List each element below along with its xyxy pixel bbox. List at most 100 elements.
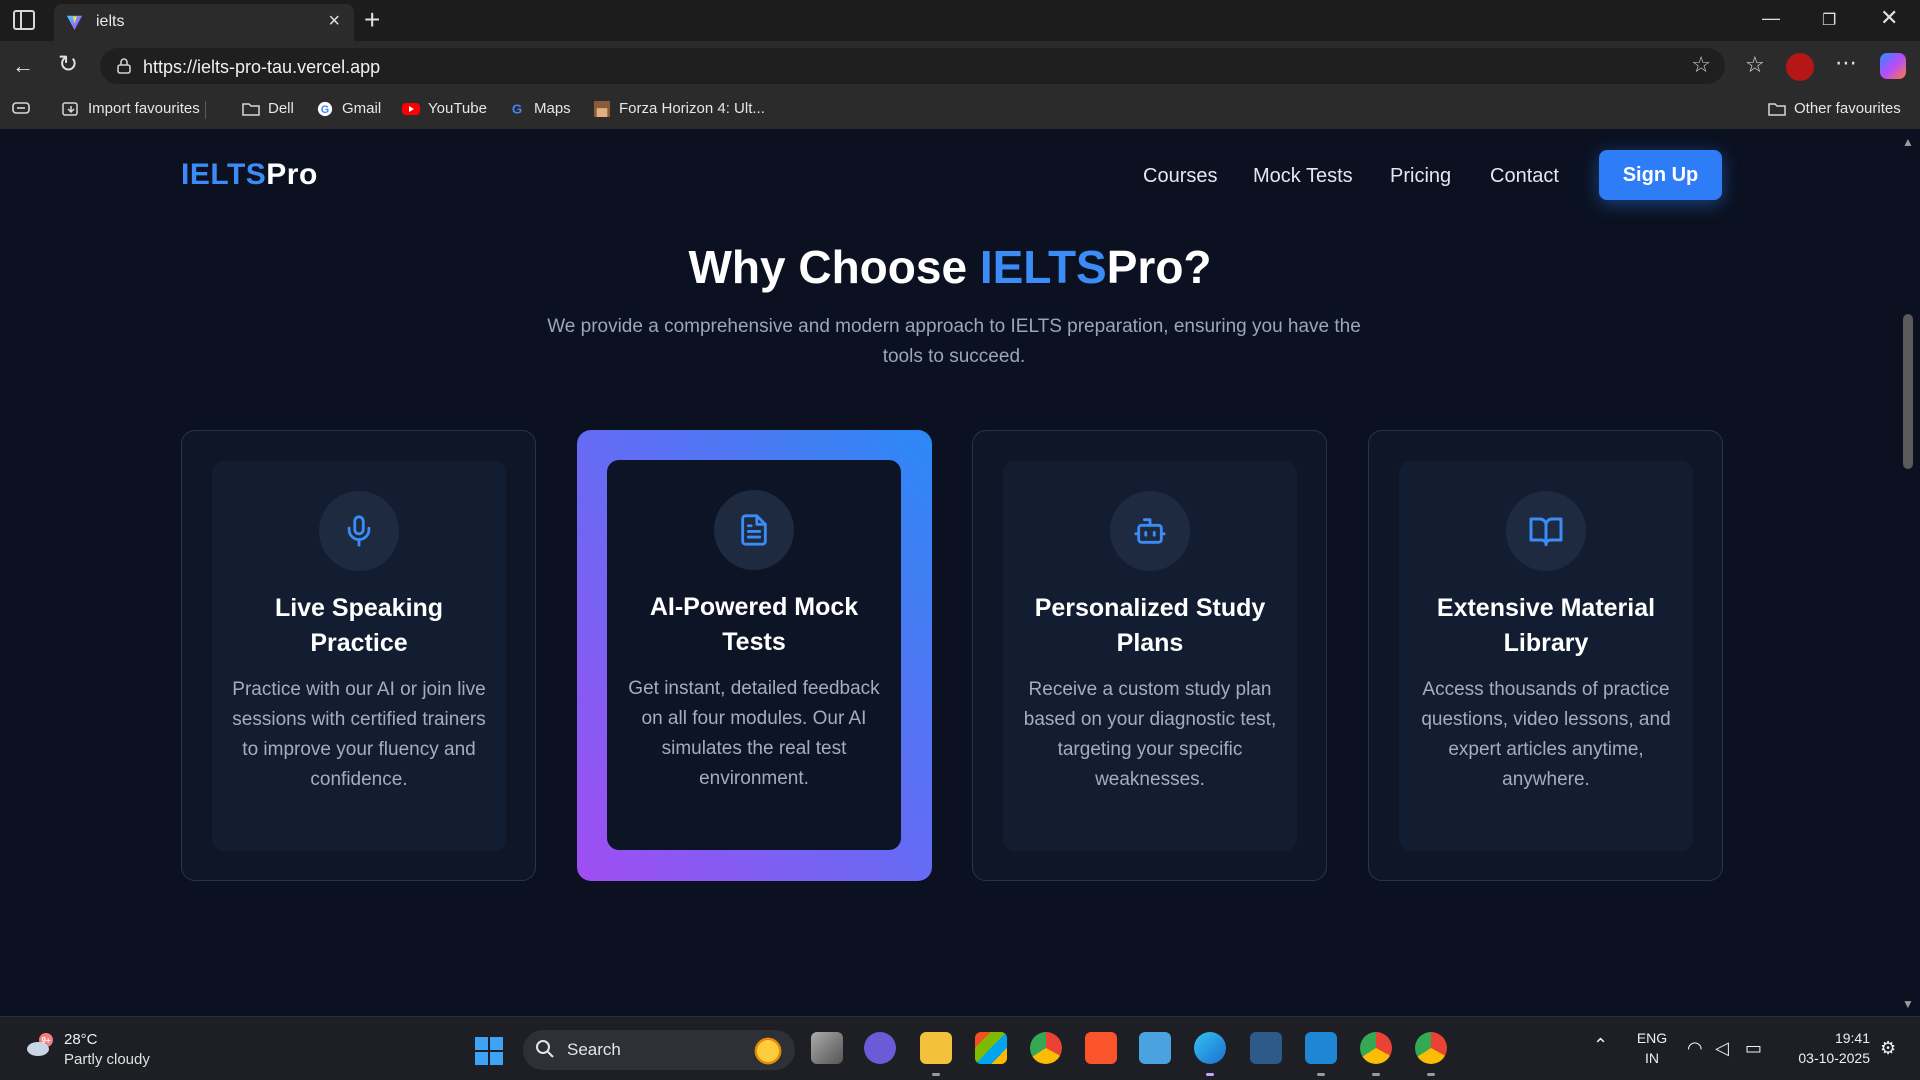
active-indicator: [1206, 1073, 1214, 1076]
bookmark-import-favourites[interactable]: Import favourites: [62, 100, 200, 117]
windows-start-icon[interactable]: [475, 1037, 503, 1065]
notepad-icon[interactable]: [1139, 1032, 1171, 1064]
weather-cloudy-icon[interactable]: 9+: [26, 1031, 56, 1057]
bookmark-dell[interactable]: Dell: [242, 100, 294, 117]
bookmarks-bar: Import favourites Dell G Gmail YouTube G…: [0, 91, 1920, 129]
edge-icon[interactable]: [1194, 1032, 1226, 1064]
feature-card-body: Extensive Material Library Access thousa…: [1399, 461, 1693, 851]
taskbar-search[interactable]: Search: [523, 1030, 795, 1070]
weather-description[interactable]: Partly cloudy: [64, 1051, 150, 1068]
scroll-up-icon[interactable]: ▲: [1902, 135, 1914, 149]
feature-title: Live Speaking Practice: [274, 594, 444, 657]
notifications-icon[interactable]: ⚙: [1880, 1038, 1896, 1059]
feature-title: AI-Powered Mock Tests: [649, 593, 859, 656]
book-icon: [1506, 491, 1586, 571]
scroll-down-icon[interactable]: ▼: [1902, 997, 1914, 1011]
bookmark-youtube[interactable]: YouTube: [402, 100, 487, 117]
browser-toolbar: ← ↻ https://ielts-pro-tau.vercel.app ☆ ☆…: [0, 41, 1920, 91]
browser-tab[interactable]: ielts ×: [54, 4, 354, 41]
running-indicator: [932, 1073, 940, 1076]
reading-list-icon[interactable]: [12, 100, 30, 116]
clock-date[interactable]: 03-10-2025: [1780, 1050, 1870, 1066]
clock-time[interactable]: 19:41: [1790, 1030, 1870, 1046]
language-code[interactable]: ENG: [1632, 1030, 1672, 1046]
url-text[interactable]: https://ielts-pro-tau.vercel.app: [143, 57, 380, 78]
battery-icon[interactable]: ▭: [1745, 1038, 1762, 1059]
feature-title: Extensive Material Library: [1436, 594, 1656, 657]
bookmark-other-favourites[interactable]: Other favourites: [1768, 100, 1901, 117]
search-label: Search: [567, 1040, 621, 1059]
page-viewport: IELTSPro Courses Mock Tests Pricing Cont…: [4, 129, 1896, 1016]
site-info-icon[interactable]: [114, 56, 134, 76]
close-window-icon[interactable]: ✕: [1880, 5, 1898, 31]
nav-pricing[interactable]: Pricing: [1390, 165, 1451, 188]
favourite-star-icon[interactable]: ☆: [1691, 52, 1711, 78]
chrome-profile-icon[interactable]: [1360, 1032, 1392, 1064]
task-view-icon[interactable]: [811, 1032, 843, 1064]
feature-card-mock-tests[interactable]: AI-Powered Mock Tests Get instant, detai…: [577, 430, 932, 881]
tab-title: ielts: [96, 13, 125, 30]
refresh-icon[interactable]: ↻: [58, 50, 78, 79]
address-bar[interactable]: https://ielts-pro-tau.vercel.app ☆: [100, 48, 1725, 84]
favourites-icon[interactable]: ☆: [1745, 52, 1765, 78]
profile-avatar[interactable]: [1786, 53, 1814, 81]
site-logo[interactable]: IELTSPro: [181, 158, 318, 192]
feature-card-body: AI-Powered Mock Tests Get instant, detai…: [607, 460, 901, 850]
file-explorer-icon[interactable]: [920, 1032, 952, 1064]
more-options-icon[interactable]: ⋯: [1835, 50, 1857, 76]
restore-icon[interactable]: ❐: [1822, 10, 1836, 30]
feature-card-study-plans[interactable]: Personalized Study Plans Receive a custo…: [972, 430, 1327, 881]
bookmark-maps[interactable]: G Maps: [508, 100, 571, 117]
browser-tab-strip: ielts × + — ❐ ✕: [0, 0, 1920, 41]
meet-icon[interactable]: [864, 1032, 896, 1064]
bookmark-forza[interactable]: Forza Horizon 4: Ult...: [593, 100, 765, 117]
bookmark-gmail[interactable]: G Gmail: [316, 100, 381, 117]
bookmark-separator: [205, 101, 206, 119]
chrome-icon[interactable]: [1030, 1032, 1062, 1064]
search-highlight-icon: [751, 1034, 785, 1068]
app-icon[interactable]: [1250, 1032, 1282, 1064]
wifi-icon[interactable]: ◠: [1687, 1038, 1703, 1059]
microsoft-store-icon[interactable]: [975, 1032, 1007, 1064]
brave-icon[interactable]: [1085, 1032, 1117, 1064]
feature-card-live-speaking[interactable]: Live Speaking Practice Practice with our…: [181, 430, 536, 881]
vscode-icon[interactable]: [1305, 1032, 1337, 1064]
search-icon: [536, 1040, 554, 1058]
nav-mock-tests[interactable]: Mock Tests: [1253, 165, 1353, 188]
feature-card-body: Personalized Study Plans Receive a custo…: [1003, 461, 1297, 851]
import-icon: [62, 101, 78, 116]
running-indicator: [1427, 1073, 1435, 1076]
weather-temperature[interactable]: 28°C: [64, 1031, 98, 1048]
sidebar-toggle-icon[interactable]: [13, 10, 35, 30]
scroll-thumb[interactable]: [1903, 314, 1913, 469]
sign-up-button[interactable]: Sign Up: [1599, 150, 1722, 200]
section-subtitle: We provide a comprehensive and modern ap…: [547, 316, 1361, 367]
minimize-icon[interactable]: —: [1762, 8, 1780, 29]
nav-courses[interactable]: Courses: [1143, 165, 1217, 188]
volume-icon[interactable]: ◁: [1715, 1038, 1729, 1059]
game-thumbnail-icon: [594, 100, 610, 117]
language-region[interactable]: IN: [1632, 1050, 1672, 1066]
back-icon[interactable]: ←: [12, 53, 34, 79]
section-headline: Why Choose IELTSPro?: [688, 241, 1212, 293]
close-tab-icon[interactable]: ×: [328, 10, 340, 33]
show-hidden-icons-icon[interactable]: ⌃: [1593, 1035, 1608, 1056]
windows-taskbar: 9+ 28°C Partly cloudy Search ⌃ ENG IN ◠ …: [0, 1016, 1920, 1080]
feature-description: Get instant, detailed feedback on all fo…: [628, 678, 880, 789]
feature-description: Receive a custom study plan based on you…: [1023, 679, 1277, 790]
new-tab-icon[interactable]: +: [364, 4, 380, 36]
svg-text:G: G: [321, 104, 329, 116]
chrome-profile-icon[interactable]: [1415, 1032, 1447, 1064]
page-scrollbar[interactable]: ▲ ▼: [1896, 129, 1920, 1016]
document-icon: [714, 490, 794, 570]
svg-text:G: G: [512, 101, 522, 116]
running-indicator: [1317, 1073, 1325, 1076]
feature-card-material-library[interactable]: Extensive Material Library Access thousa…: [1368, 430, 1723, 881]
robot-icon: [1110, 491, 1190, 571]
nav-contact[interactable]: Contact: [1490, 165, 1559, 188]
microphone-icon: [319, 491, 399, 571]
youtube-icon: [402, 102, 420, 115]
feature-description: Practice with our AI or join live sessio…: [232, 679, 486, 790]
google-icon: G: [317, 101, 333, 116]
copilot-icon[interactable]: [1880, 53, 1906, 79]
